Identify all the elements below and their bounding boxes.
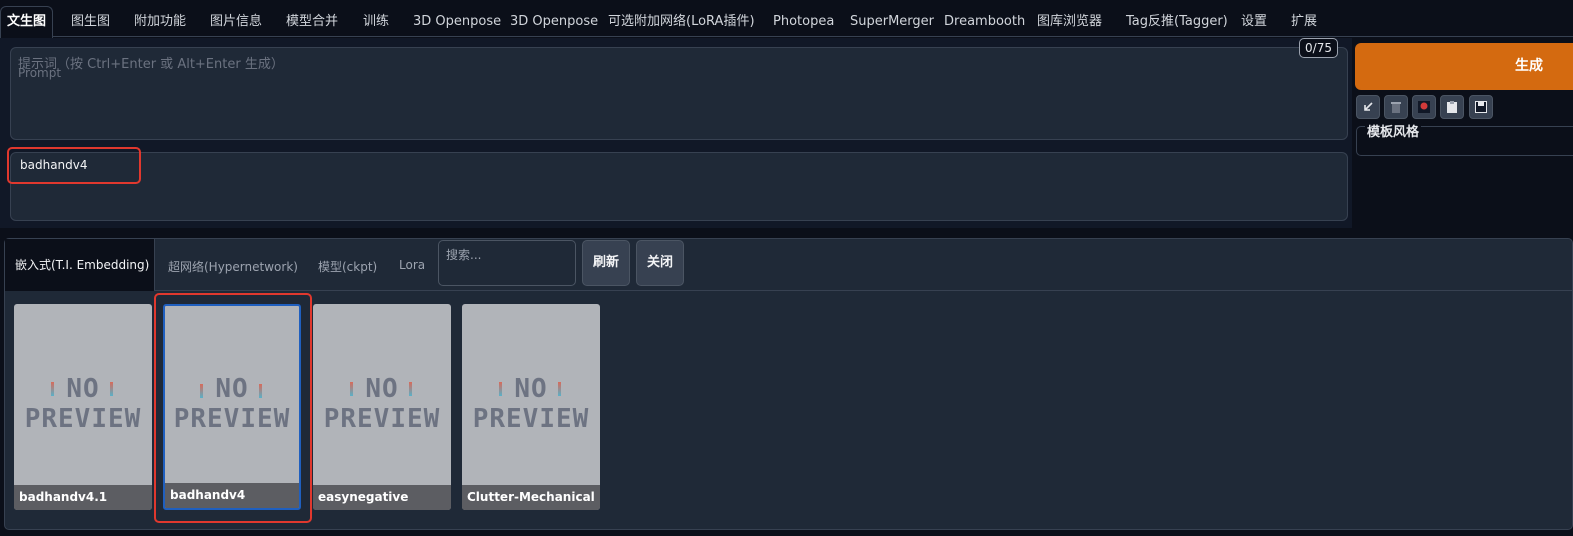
- tab-extensions[interactable]: 扩展: [1291, 7, 1317, 37]
- prompt-placeholder-en: Prompt: [18, 66, 62, 80]
- no-preview-text: PREVIEW: [472, 404, 590, 434]
- tab-checkpoints[interactable]: 模型(ckpt): [318, 258, 377, 275]
- tab-png-info[interactable]: 图片信息: [210, 7, 262, 37]
- no-preview-text: NO: [66, 374, 100, 404]
- clipboard-icon[interactable]: [1440, 95, 1464, 119]
- tab-lora[interactable]: Lora: [399, 258, 425, 272]
- arrow-in-icon[interactable]: [1356, 95, 1380, 119]
- tab-supermerger[interactable]: SuperMerger: [850, 7, 934, 37]
- tab-tagger[interactable]: Tag反推(Tagger): [1126, 7, 1228, 37]
- tab-settings[interactable]: 设置: [1241, 7, 1267, 37]
- tab-txt2img[interactable]: 文生图: [0, 6, 54, 38]
- no-preview-text: NO: [514, 374, 548, 404]
- no-preview-text: PREVIEW: [323, 404, 441, 434]
- network-card[interactable]: NO PREVIEW Clutter-Mechanical: [462, 304, 600, 510]
- network-card[interactable]: NO PREVIEW easynegative: [313, 304, 451, 510]
- network-card[interactable]: NO PREVIEW badhandv4.1: [14, 304, 152, 510]
- card-name: badhandv4.1: [14, 485, 152, 510]
- no-preview-text: NO: [365, 374, 399, 404]
- tab-checkpoint-merger[interactable]: 模型合并: [286, 7, 338, 37]
- tab-additional-networks[interactable]: 可选附加网络(LoRA插件): [608, 7, 755, 37]
- tab-dreambooth[interactable]: Dreambooth: [944, 7, 1025, 37]
- negative-prompt-textarea[interactable]: [10, 152, 1348, 221]
- no-preview-text: PREVIEW: [24, 404, 142, 434]
- tab-hypernetwork[interactable]: 超网络(Hypernetwork): [168, 258, 298, 275]
- tab-image-browser[interactable]: 图库浏览器: [1037, 7, 1102, 37]
- top-tab-bar: 文生图 图生图 附加功能 图片信息 模型合并 训练 3D Openpose 3D…: [0, 0, 1573, 38]
- refresh-button[interactable]: 刷新: [582, 240, 630, 286]
- highlight-selected-card: [154, 293, 312, 523]
- generate-button[interactable]: 生成: [1355, 43, 1573, 90]
- tab-train[interactable]: 训练: [363, 7, 389, 37]
- extra-networks-divider: [4, 290, 1573, 291]
- token-counter: 0/75: [1299, 38, 1338, 58]
- close-button[interactable]: 关闭: [636, 240, 684, 286]
- styles-label: 模板风格: [1365, 121, 1422, 140]
- save-icon[interactable]: [1469, 95, 1493, 119]
- tab-img2img[interactable]: 图生图: [71, 7, 110, 37]
- highlight-negative-prompt: [7, 147, 141, 184]
- card-name: easynegative: [313, 485, 451, 510]
- record-icon[interactable]: [1412, 95, 1436, 119]
- tab-3d-openpose-2[interactable]: 3D Openpose: [510, 7, 598, 37]
- tab-extras[interactable]: 附加功能: [134, 7, 186, 37]
- trash-icon[interactable]: [1384, 95, 1408, 119]
- card-name: Clutter-Mechanical: [462, 485, 600, 510]
- tab-photopea[interactable]: Photopea: [773, 7, 834, 37]
- tab-textual-inversion[interactable]: 嵌入式(T.I. Embedding): [5, 239, 155, 291]
- tab-3d-openpose-1[interactable]: 3D Openpose: [413, 7, 501, 37]
- network-search-input[interactable]: [438, 240, 576, 286]
